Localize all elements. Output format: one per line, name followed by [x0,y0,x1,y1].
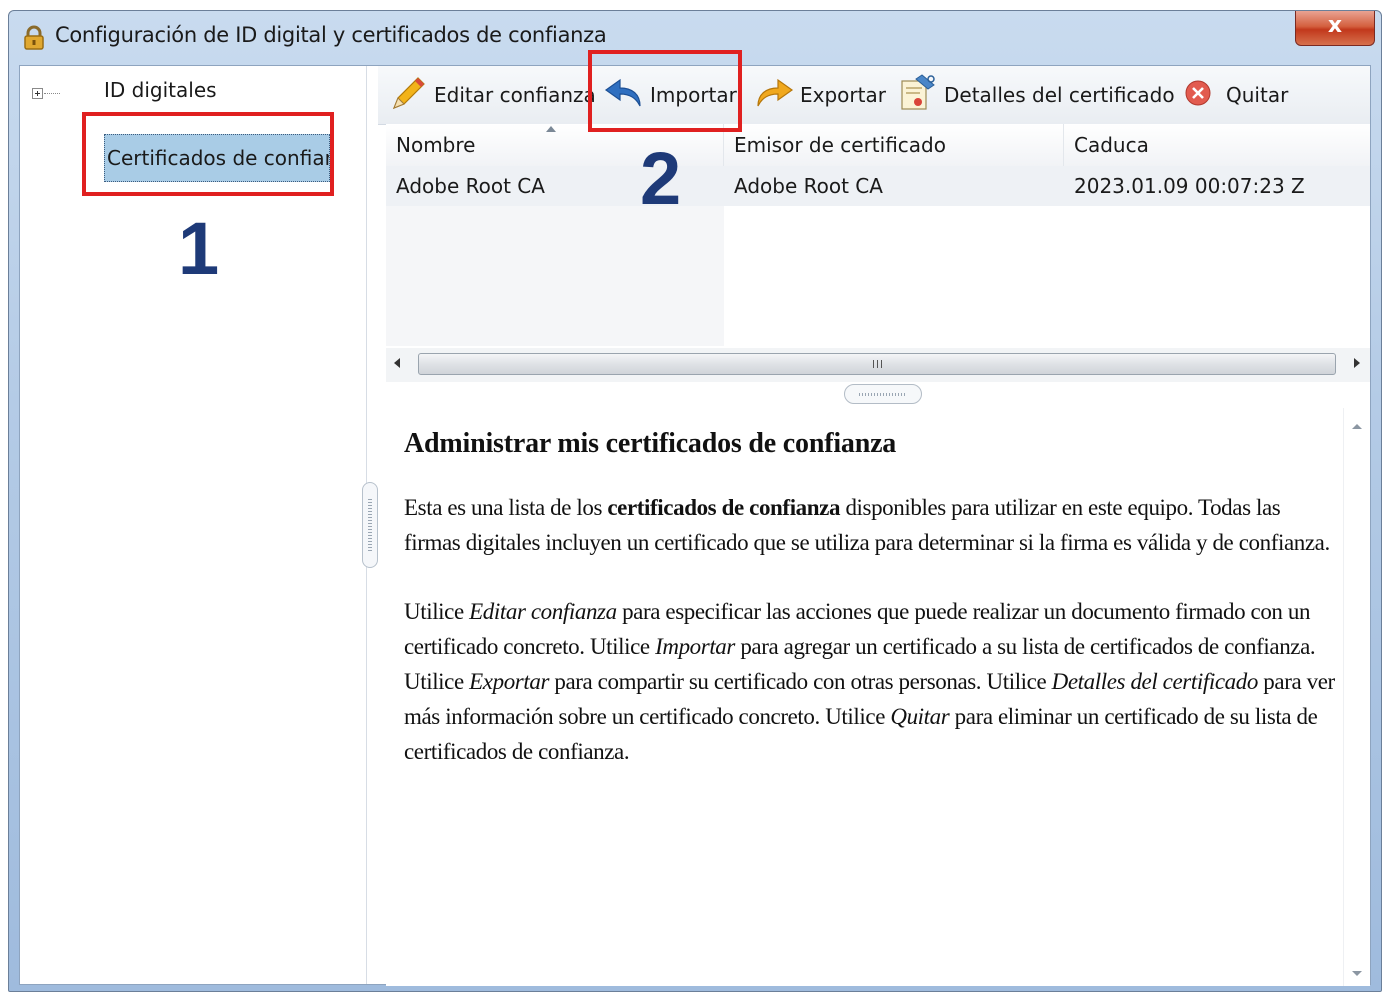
scroll-left-icon[interactable] [394,358,400,368]
sort-ascending-icon [546,126,556,132]
certificates-table: Nombre Emisor de certificado Caduca Adob… [386,124,1370,346]
edit-trust-label: Editar confianza [434,83,596,107]
horizontal-scrollbar[interactable] [386,348,1370,382]
window-title: Configuración de ID digital y certificad… [55,23,607,47]
cell-expires: 2023.01.09 00:07:23 Z [1074,174,1305,198]
navigation-tree: ID digitales Certificados de confianza [20,66,367,984]
content-pane: Editar confianza Importar Exportar Detal… [378,66,1370,986]
padlock-icon [21,25,47,51]
export-arrow-icon [754,76,800,115]
remove-label: Quitar [1226,83,1289,107]
remove-icon [1184,78,1226,113]
edit-trust-button[interactable]: Editar confianza [388,76,596,114]
text-run: para compartir su certificado con otras … [549,669,1052,694]
description-paragraph-2: Utilice Editar confianza para especifica… [404,594,1339,769]
column-header-expires[interactable]: Caduca [1064,124,1370,166]
text-run-italic: Editar confianza [469,599,617,624]
description-content: Administrar mis certificados de confianz… [404,428,1339,803]
close-icon: x [1327,13,1343,38]
horizontal-splitter[interactable] [844,384,922,404]
sorted-column-background [386,206,724,346]
column-header-issuer[interactable]: Emisor de certificado [724,124,1064,166]
tree-item-digital-ids[interactable]: ID digitales [104,78,217,102]
close-button[interactable]: x [1295,11,1375,46]
table-row[interactable]: Adobe Root CA Adobe Root CA 2023.01.09 0… [386,166,1370,206]
scroll-right-icon[interactable] [1354,358,1360,368]
scrollbar-thumb[interactable] [418,353,1336,375]
pencil-icon [388,74,434,117]
description-panel: Administrar mis certificados de confianz… [386,408,1370,986]
step-number-1: 1 [178,207,220,290]
table-header: Nombre Emisor de certificado Caduca [386,124,1370,167]
text-run-bold: certificados de confianza [607,495,841,520]
text-run: Utilice [404,599,470,624]
text-run: Esta es una lista de los [404,495,608,520]
description-heading: Administrar mis certificados de confianz… [404,428,897,459]
text-run-italic: Importar [655,634,735,659]
text-run-italic: Exportar [469,669,549,694]
certificate-details-label: Detalles del certificado [944,83,1175,107]
toolbar: Editar confianza Importar Exportar Detal… [378,66,1370,125]
certificate-details-button[interactable]: Detalles del certificado [898,73,1175,114]
vertical-splitter[interactable] [362,482,378,568]
vertical-scrollbar[interactable] [1343,408,1370,986]
cell-issuer: Adobe Root CA [734,174,883,198]
text-run-italic: Detalles del certificado [1051,669,1259,694]
scroll-up-icon[interactable] [1352,424,1362,429]
callout-box-import [588,50,742,132]
dialog-client-area: ID digitales Certificados de confianza E… [19,65,1371,986]
export-label: Exportar [800,83,886,107]
callout-box-trusted-certificates [82,112,334,196]
step-number-2: 2 [640,137,682,220]
tree-connector [44,93,60,94]
remove-button[interactable]: Quitar [1184,76,1288,114]
export-button[interactable]: Exportar [754,76,886,114]
description-paragraph-1: Esta es una lista de los certificados de… [404,490,1339,560]
expand-icon[interactable] [32,88,43,99]
certificate-icon [898,73,944,118]
scroll-down-icon[interactable] [1352,971,1362,976]
text-run-italic: Quitar [890,704,950,729]
